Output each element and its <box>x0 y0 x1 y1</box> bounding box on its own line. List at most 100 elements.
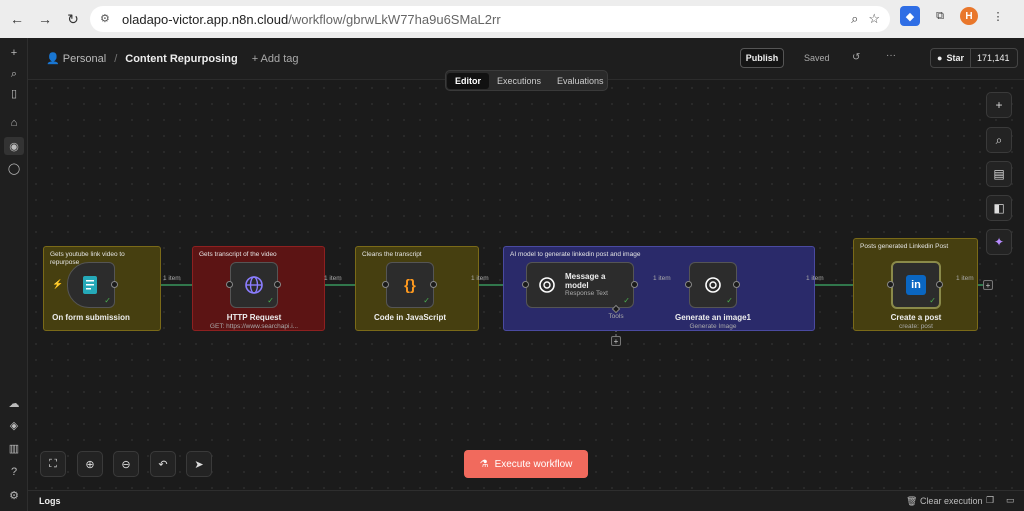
input-port[interactable] <box>685 281 692 288</box>
node-label-line1: Message a <box>565 272 606 282</box>
history-icon[interactable]: ↺ <box>852 52 860 63</box>
profile-avatar[interactable]: H <box>960 7 978 25</box>
extension-icon[interactable]: ◆ <box>900 6 920 26</box>
cloud-icon[interactable]: ☁ <box>4 394 24 412</box>
bookmark-star-icon[interactable]: ☆ <box>868 11 880 27</box>
templates-icon[interactable]: ◈ <box>4 416 24 434</box>
sparkle-icon: ✦ <box>993 235 1005 249</box>
success-check-icon: ✓ <box>267 296 274 305</box>
input-port[interactable] <box>522 281 529 288</box>
chat-icon[interactable]: ◯ <box>4 159 24 177</box>
add-node-button[interactable]: + <box>986 92 1012 118</box>
settings-icon[interactable]: ⚙ <box>4 486 24 504</box>
zoom-in-button[interactable]: ⊕ <box>77 451 103 477</box>
node-label: Create a post <box>890 313 942 322</box>
openai-icon <box>539 277 555 293</box>
form-icon <box>83 276 97 294</box>
puzzle-icon[interactable]: ⧉ <box>930 6 950 26</box>
logs-panel[interactable]: Logs 🗑 Clear execution ❐ ▭ <box>28 490 1024 511</box>
workspace-link[interactable]: 👤 Personal <box>46 52 106 65</box>
form-trigger-node[interactable]: ✓ <box>67 262 115 308</box>
edge-item-count: 1 item <box>956 275 974 282</box>
input-port[interactable] <box>226 281 233 288</box>
insights-icon[interactable]: ▥ <box>4 439 24 457</box>
output-port[interactable] <box>733 281 740 288</box>
success-check-icon: ✓ <box>929 296 936 305</box>
node-label: HTTP Request <box>226 313 282 322</box>
left-rail: + ⌕ ▯ ⌂ ◉ ◯ ☁ ◈ ▥ ? ⚙ <box>0 38 28 511</box>
openai-icon <box>705 277 721 293</box>
tab-editor[interactable]: Editor <box>447 72 489 89</box>
execute-workflow-button[interactable]: ⚗ Execute workflow <box>464 450 588 478</box>
add-tool-button[interactable]: + <box>611 336 621 346</box>
reload-icon[interactable]: ↻ <box>62 8 84 30</box>
node-label: Generate an image1 <box>674 313 752 322</box>
http-request-node[interactable]: ✓ <box>230 262 278 308</box>
collapse-icon[interactable]: ▭ <box>1006 495 1015 506</box>
search-icon[interactable]: ⌕ <box>4 65 24 83</box>
view-tabs: Editor Executions Evaluations <box>445 70 608 91</box>
edge-item-count: 1 item <box>471 275 489 282</box>
cursor-tool-button[interactable]: ➤ <box>186 451 212 477</box>
home-icon[interactable]: ⌂ <box>4 114 24 132</box>
edge-item-count: 1 item <box>653 275 671 282</box>
output-port[interactable] <box>111 281 118 288</box>
zoom-icon[interactable]: ⌕ <box>851 11 858 27</box>
flask-icon: ⚗ <box>479 458 489 470</box>
node-subtitle: create: post <box>899 323 933 330</box>
add-node-after-button[interactable]: + <box>983 280 993 290</box>
ai-assistant-button[interactable]: ✦ <box>986 229 1012 255</box>
saved-status: Saved <box>804 53 830 63</box>
input-port[interactable] <box>887 281 894 288</box>
fit-view-button[interactable]: ⛶ <box>40 451 66 477</box>
plus-icon[interactable]: + <box>4 44 24 62</box>
search-nodes-button[interactable]: ⌕ <box>986 127 1012 153</box>
site-settings-icon[interactable]: ⚙ <box>100 12 114 26</box>
user-icon[interactable]: ◉ <box>4 137 24 155</box>
add-tag-button[interactable]: + Add tag <box>252 53 299 65</box>
output-port[interactable] <box>274 281 281 288</box>
back-icon[interactable]: ← <box>6 8 28 30</box>
output-port[interactable] <box>631 281 638 288</box>
edge-item-count: 1 item <box>163 275 181 282</box>
undo-button[interactable]: ↶ <box>150 451 176 477</box>
github-star-button[interactable]: ● Star 171,141 <box>930 48 1018 68</box>
clear-execution-button[interactable]: 🗑 Clear execution <box>906 496 982 507</box>
output-port[interactable] <box>430 281 437 288</box>
url-path: /workflow/gbrwLkW77ha9u6SMaL2rr <box>288 11 501 27</box>
panel-icon[interactable]: ▯ <box>4 84 24 102</box>
edge-item-count: 1 item <box>324 275 342 282</box>
input-port[interactable] <box>382 281 389 288</box>
node-subtitle: Generate Image <box>689 323 737 330</box>
code-node[interactable]: {} ✓ <box>386 262 434 308</box>
node-label: Code in JavaScript <box>373 313 447 322</box>
generate-image-node[interactable]: ✓ <box>689 262 737 308</box>
menu-dots-icon[interactable]: ⋮ <box>988 6 1008 26</box>
tab-evaluations[interactable]: Evaluations <box>549 73 612 89</box>
url-host: oladapo-victor.app.n8n.cloud <box>122 11 289 27</box>
node-label: On form submission <box>52 313 130 322</box>
zoom-out-button[interactable]: ⊖ <box>113 451 139 477</box>
more-options-icon[interactable]: ··· <box>886 50 896 61</box>
code-braces-icon: {} <box>404 276 416 294</box>
node-label-line2: model <box>565 281 589 291</box>
sticky-note-button[interactable]: ▤ <box>986 161 1012 187</box>
publish-button[interactable]: Publish <box>740 48 784 68</box>
node-subtitle: Response Text <box>565 290 608 298</box>
star-count: 171,141 <box>976 53 1010 63</box>
node-subtitle: GET: https://www.searchapi.i... <box>209 323 299 330</box>
toggle-panel-button[interactable]: ◧ <box>986 195 1012 221</box>
linkedin-node[interactable]: in ✓ <box>891 261 941 309</box>
logs-label: Logs <box>39 496 61 506</box>
message-model-node[interactable]: Message a model Response Text ✓ <box>526 262 634 308</box>
help-icon[interactable]: ? <box>4 463 24 481</box>
forward-icon[interactable]: → <box>34 8 56 30</box>
popout-icon[interactable]: ❐ <box>986 495 994 506</box>
address-bar[interactable]: ⚙ oladapo-victor.app.n8n.cloud/workflow/… <box>90 6 890 32</box>
success-check-icon: ✓ <box>423 296 430 305</box>
tab-executions[interactable]: Executions <box>489 73 549 89</box>
workflow-title[interactable]: Content Repurposing <box>125 53 237 65</box>
output-port[interactable] <box>936 281 943 288</box>
tools-label: Tools <box>608 313 624 320</box>
trigger-bolt-icon: ⚡ <box>52 279 64 289</box>
